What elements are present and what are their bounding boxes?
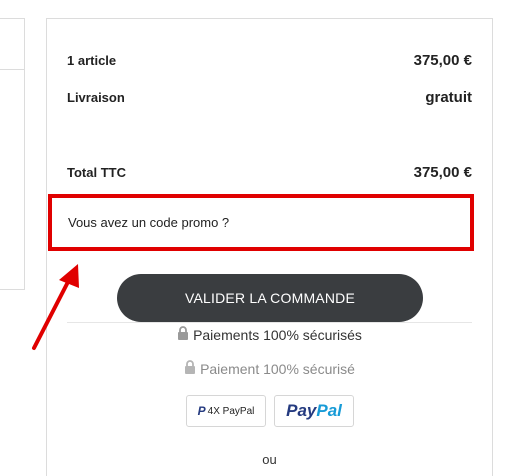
total-label: Total TTC [67, 165, 126, 180]
shipping-row: Livraison gratuit [67, 89, 472, 106]
articles-value: 375,00 € [413, 52, 472, 69]
promo-code-link[interactable]: Vous avez un code promo ? [68, 215, 229, 230]
secure-payments-text: Paiements 100% sécurisés [193, 326, 362, 343]
paypal-logo-dark: Pay [286, 401, 317, 420]
checkout-button[interactable]: VALIDER LA COMMANDE [117, 274, 423, 322]
articles-label: 1 article [67, 53, 117, 68]
total-value: 375,00 € [413, 164, 472, 181]
paypal-button[interactable]: Pay Pal [274, 395, 354, 427]
secure-payment-text: Paiement 100% sécurisé [200, 360, 355, 377]
paypal-4x-button[interactable]: P 4X PayPal [186, 395, 266, 427]
left-panel [0, 18, 25, 290]
separator [67, 322, 472, 323]
or-separator-text: ou [262, 452, 277, 467]
order-summary-card: 1 article 375,00 € Livraison gratuit Tot… [46, 18, 493, 476]
paypal-icon: P [197, 404, 206, 418]
payment-buttons: P 4X PayPal Pay Pal [186, 395, 354, 427]
arrow-icon [32, 264, 79, 350]
paypal-logo-light: Pal [316, 401, 342, 420]
shipping-label: Livraison [67, 90, 125, 105]
articles-row: 1 article 375,00 € [67, 52, 472, 69]
secure-payments-line: Paiements 100% sécurisés [47, 326, 492, 343]
left-panel-divider [0, 69, 24, 70]
shipping-value: gratuit [425, 89, 472, 106]
promo-code-highlight: Vous avez un code promo ? [48, 194, 474, 251]
secure-payment-line: Paiement 100% sécurisé [47, 360, 492, 377]
total-row: Total TTC 375,00 € [67, 164, 472, 181]
lock-icon [177, 326, 189, 343]
lock-icon [184, 360, 196, 377]
paypal-4x-label: 4X PayPal [207, 405, 255, 417]
